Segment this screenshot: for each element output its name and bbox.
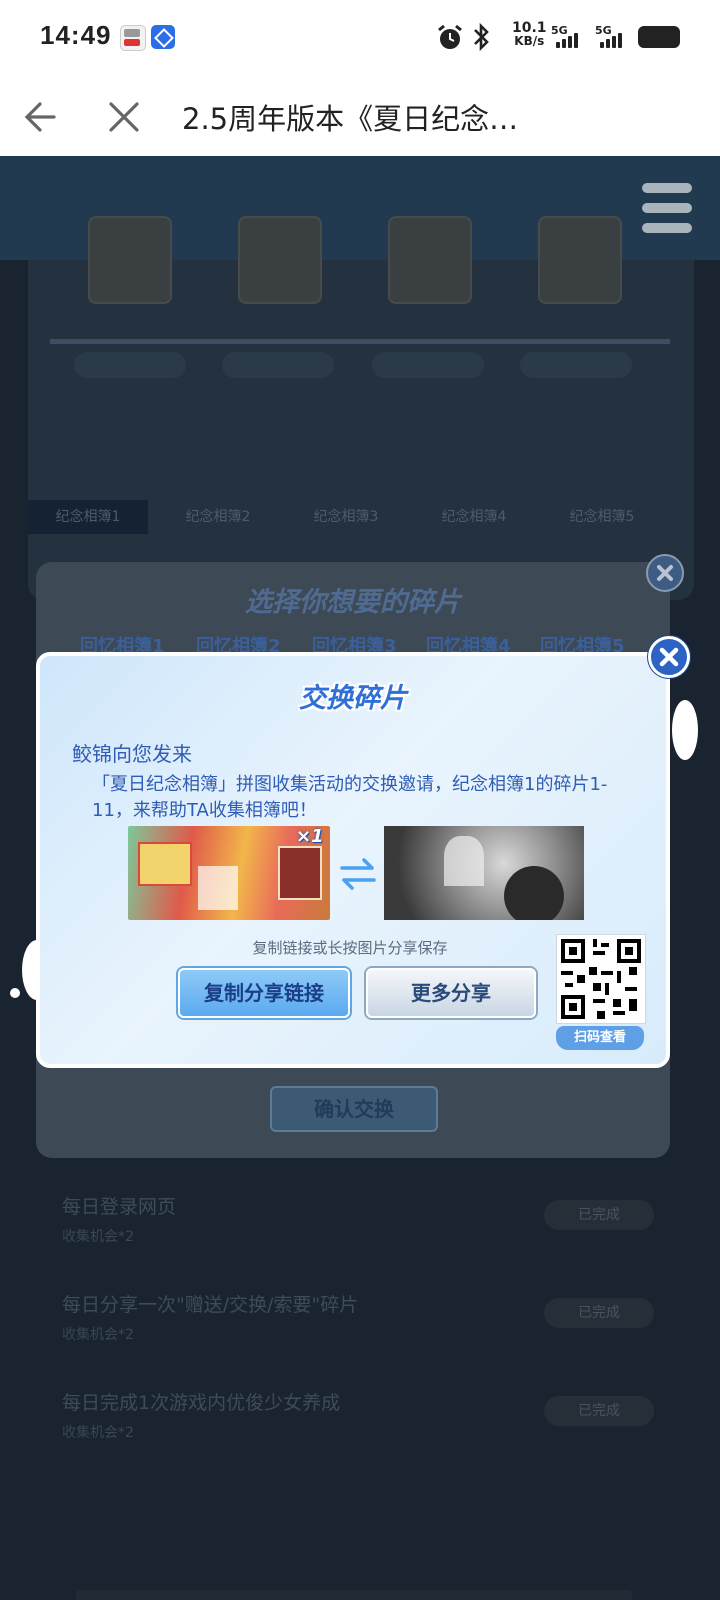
battery-icon (638, 26, 680, 48)
album-tabs: 纪念相簿1 纪念相簿2 纪念相簿3 纪念相簿4 纪念相簿5 (28, 500, 694, 534)
task-title: 每日分享一次"赠送/交换/索要"碎片 (62, 1294, 359, 1316)
signal-icon (550, 30, 584, 48)
reward-card (538, 216, 622, 304)
status-time: 14:49 (40, 20, 112, 50)
task-status-button[interactable]: 已完成 (544, 1200, 654, 1230)
progress-line (50, 339, 670, 344)
task-title: 每日完成1次游戏内优俊少女养成 (62, 1392, 341, 1414)
reward-panel (28, 260, 694, 600)
confirm-exchange-button[interactable]: 确认交换 (270, 1086, 438, 1132)
bottom-bar (76, 1590, 632, 1600)
close-icon[interactable] (102, 95, 146, 139)
more-share-button[interactable]: 更多分享 (366, 968, 536, 1018)
reward-button (372, 352, 484, 378)
reward-button (74, 352, 186, 378)
bluetooth-icon (474, 22, 489, 52)
menu-icon[interactable] (642, 183, 692, 233)
task-subtitle: 收集机会*2 (62, 1327, 134, 1343)
reward-card (88, 216, 172, 304)
sender-text: 鲛锦向您发来 (72, 742, 192, 766)
app-icon (151, 25, 175, 49)
reward-card (238, 216, 322, 304)
status-bar: 14:49 10.1 KB/s 5G 5G (0, 0, 720, 75)
app-icon (120, 25, 146, 51)
reward-card (388, 216, 472, 304)
network-speed: 10.1 KB/s (512, 21, 547, 48)
copy-share-link-button[interactable]: 复制分享链接 (178, 968, 350, 1018)
browser-nav-bar: 2.5周年版本《夏日纪念… (0, 75, 720, 156)
album-tab[interactable]: 纪念相簿3 (286, 500, 406, 534)
exchange-message: 「夏日纪念相簿」拼图收集活动的交换邀请，纪念相簿1的碎片1-11，来帮助TA收集… (92, 774, 608, 821)
exchange-fragment-dialog: 交换碎片 鲛锦向您发来 「夏日纪念相簿」拼图收集活动的交换邀请，纪念相簿1的碎片… (36, 652, 670, 1068)
reward-button (222, 352, 334, 378)
alarm-icon (438, 24, 462, 49)
dialog-title: 选择你想要的碎片 (245, 587, 461, 618)
network-speed-unit: KB/s (514, 34, 545, 48)
reward-button (520, 352, 632, 378)
task-row: 每日登录网页 收集机会*2 已完成 (62, 1192, 682, 1262)
album-tab[interactable]: 纪念相簿2 (158, 500, 278, 534)
signal-icon (594, 30, 628, 48)
album-tab[interactable]: 纪念相簿5 (542, 500, 662, 534)
back-arrow-icon[interactable] (20, 95, 64, 139)
page-title: 2.5周年版本《夏日纪念… (182, 102, 519, 136)
task-row: 每日完成1次游戏内优俊少女养成 收集机会*2 已完成 (62, 1388, 682, 1458)
close-icon[interactable] (646, 554, 684, 592)
task-status-button[interactable]: 已完成 (544, 1298, 654, 1328)
decor-splash (672, 700, 698, 760)
album-tab[interactable]: 纪念相簿1 (28, 500, 148, 534)
swap-arrows-icon (340, 858, 376, 890)
share-hint: 复制链接或长按图片分享保存 (252, 939, 448, 957)
task-row: 每日分享一次"赠送/交换/索要"碎片 收集机会*2 已完成 (62, 1290, 682, 1360)
item-count-badge: ×1 (296, 826, 324, 847)
task-subtitle: 收集机会*2 (62, 1425, 134, 1441)
qr-code-image (556, 934, 646, 1024)
album-tab[interactable]: 纪念相簿4 (414, 500, 534, 534)
character-fragment-image (384, 826, 584, 920)
scan-to-view-label: 扫码查看 (556, 1026, 644, 1050)
dialog-title: 交换碎片 (299, 683, 407, 714)
close-icon[interactable] (648, 636, 690, 678)
task-title: 每日登录网页 (62, 1196, 177, 1218)
task-subtitle: 收集机会*2 (62, 1229, 134, 1245)
task-status-button[interactable]: 已完成 (544, 1396, 654, 1426)
decor-splash (686, 736, 694, 744)
decor-splash (10, 988, 20, 998)
